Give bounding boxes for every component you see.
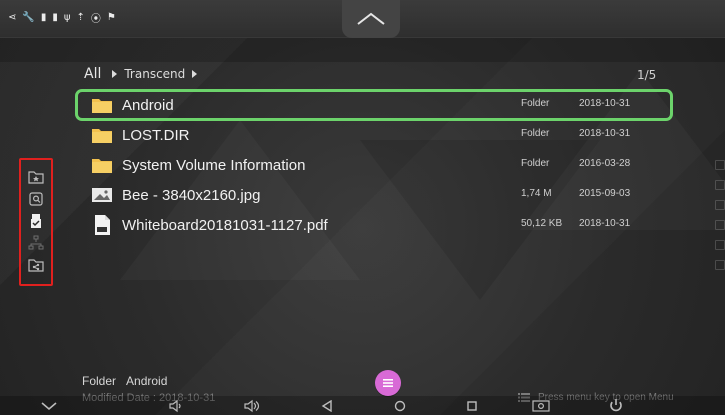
folder-icon bbox=[90, 153, 114, 177]
wrench-icon: 🔧 bbox=[22, 12, 35, 23]
right-toolbar-icon[interactable] bbox=[715, 220, 725, 230]
status-icons: ⋖ 🔧 ▮ ▮ ψ ⇡ ⦿ ⚑ bbox=[8, 10, 116, 25]
status-bar: ⋖ 🔧 ▮ ▮ ψ ⇡ ⦿ ⚑ bbox=[0, 0, 725, 38]
breadcrumb-segment[interactable]: Transcend bbox=[111, 67, 198, 81]
file-name: LOST.DIR bbox=[122, 126, 190, 144]
collapse-statusbar-button[interactable] bbox=[342, 0, 400, 38]
home-collapse-icon[interactable] bbox=[38, 398, 60, 414]
right-toolbar-icon[interactable] bbox=[715, 200, 725, 210]
power-icon[interactable] bbox=[605, 398, 627, 414]
back-icon[interactable] bbox=[316, 398, 338, 414]
usb-icon: ψ bbox=[63, 12, 71, 23]
file-type: Folder bbox=[521, 158, 550, 169]
location-icon: ⦿ bbox=[90, 14, 101, 25]
file-list: Android Folder 2018-10-31 LOST.DIR Folde… bbox=[75, 89, 673, 240]
person-icon: ▮ bbox=[40, 12, 47, 23]
file-date: 2018-10-31 bbox=[579, 98, 631, 109]
home-icon[interactable] bbox=[389, 398, 411, 414]
file-row[interactable]: LOST.DIR Folder 2018-10-31 bbox=[76, 120, 672, 150]
file-name: Whiteboard20181031-1127.pdf bbox=[122, 216, 328, 234]
file-date: 2018-10-31 bbox=[579, 218, 631, 229]
file-type: Folder bbox=[521, 128, 550, 139]
network-icon[interactable] bbox=[27, 234, 45, 252]
breadcrumb: All Transcend bbox=[84, 66, 198, 82]
folder-icon bbox=[90, 123, 114, 147]
volume-up-icon[interactable] bbox=[241, 398, 263, 414]
person-icon: ▮ bbox=[52, 12, 58, 23]
left-toolbar bbox=[19, 158, 53, 286]
image-icon bbox=[90, 183, 114, 207]
page-indicator: 1/5 bbox=[637, 68, 657, 82]
file-name: Bee - 3840x2160.jpg bbox=[122, 186, 261, 204]
volume-down-icon[interactable] bbox=[166, 398, 188, 414]
usb-drive-icon[interactable] bbox=[27, 212, 45, 230]
file-row[interactable]: Whiteboard20181031-1127.pdf 50,12 KB 201… bbox=[76, 210, 672, 240]
search-folder-icon[interactable] bbox=[27, 190, 45, 208]
file-date: 2018-10-31 bbox=[579, 128, 631, 139]
file-row[interactable]: System Volume Information Folder 2016-03… bbox=[76, 150, 672, 180]
file-row[interactable]: Bee - 3840x2160.jpg 1,74 M 2015-09-03 bbox=[76, 180, 672, 210]
right-toolbar-icon[interactable] bbox=[715, 180, 725, 190]
details-type: Folder bbox=[82, 374, 117, 388]
title-band bbox=[0, 38, 725, 62]
share-icon: ⋖ bbox=[8, 12, 17, 23]
details-name: Android bbox=[126, 374, 168, 388]
file-date: 2016-03-28 bbox=[579, 158, 631, 169]
breadcrumb-segment-label: Transcend bbox=[124, 67, 186, 81]
file-size: 1,74 M bbox=[521, 188, 552, 199]
right-toolbar-icon[interactable] bbox=[715, 160, 725, 170]
file-size: 50,12 KB bbox=[521, 218, 563, 229]
right-toolbar-icon[interactable] bbox=[715, 240, 725, 250]
folder-star-icon[interactable] bbox=[27, 168, 45, 186]
menu-icon bbox=[383, 379, 393, 387]
chevron-up-icon bbox=[357, 12, 385, 25]
right-toolbar bbox=[707, 150, 725, 290]
pdf-icon bbox=[90, 213, 114, 237]
file-date: 2015-09-03 bbox=[579, 188, 631, 199]
file-type: Folder bbox=[521, 98, 550, 109]
recent-apps-icon[interactable] bbox=[461, 398, 483, 414]
menu-button[interactable] bbox=[375, 370, 401, 396]
screenshot-icon[interactable] bbox=[530, 398, 552, 414]
breadcrumb-all[interactable]: All bbox=[84, 66, 101, 82]
folder-icon bbox=[90, 93, 114, 117]
right-toolbar-icon[interactable] bbox=[715, 260, 725, 270]
share-folder-icon[interactable] bbox=[27, 256, 45, 274]
file-name: System Volume Information bbox=[122, 156, 306, 174]
upload-icon: ⇡ bbox=[76, 12, 85, 23]
caret-right-icon bbox=[112, 70, 118, 78]
caret-right-icon bbox=[192, 70, 198, 78]
file-row[interactable]: Android Folder 2018-10-31 bbox=[75, 89, 673, 121]
screen: ⋖ 🔧 ▮ ▮ ψ ⇡ ⦿ ⚑ All Transcend 1/5 Androi… bbox=[0, 0, 725, 415]
flag-icon: ⚑ bbox=[106, 12, 116, 23]
file-name: Android bbox=[122, 96, 174, 114]
